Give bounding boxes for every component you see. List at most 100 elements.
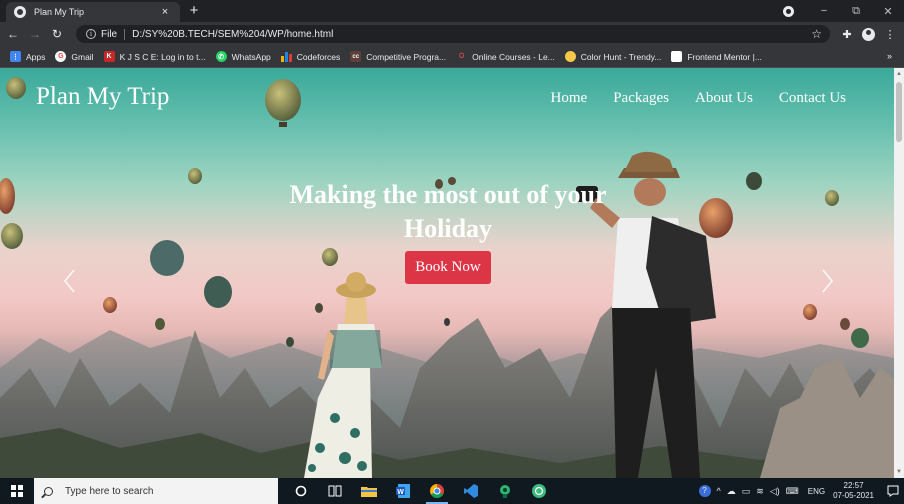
word-icon[interactable]: W [386, 478, 420, 504]
bookmark-label: Apps [26, 51, 46, 62]
svg-text:W: W [397, 489, 404, 496]
search-icon [44, 486, 53, 496]
scroll-up-arrow-icon[interactable]: ▲ [896, 71, 902, 77]
notification-center-icon[interactable] [882, 478, 904, 504]
url-divider [124, 28, 126, 40]
back-button[interactable]: ← [4, 27, 22, 41]
hero-carousel: Plan My Trip Home Packages About Us Cont… [0, 68, 894, 478]
chevron-right-icon [822, 269, 834, 293]
carousel-next-button[interactable] [817, 266, 837, 296]
browser-tab-strip: Plan My Trip × + − ⧉ ✕ [0, 0, 904, 22]
taskbar-apps: W [284, 478, 556, 504]
page-viewport: Plan My Trip Home Packages About Us Cont… [0, 68, 904, 478]
bookmark-star-icon[interactable]: ☆ [811, 27, 822, 41]
browser-toolbar: ← → ↻ i File D:/SY%20B.TECH/SEM%204/WP/h… [0, 22, 904, 46]
bookmark-item[interactable]: Codeforces [280, 51, 341, 62]
clock-time: 22:57 [843, 481, 864, 490]
bookmark-label: Frontend Mentor |... [687, 51, 762, 62]
bookmark-label: Codeforces [296, 51, 341, 62]
info-icon[interactable]: i [86, 29, 96, 39]
scrollbar-thumb[interactable] [896, 82, 902, 142]
maps-icon[interactable] [488, 478, 522, 504]
vscode-icon[interactable] [454, 478, 488, 504]
windows-logo-icon [11, 485, 23, 497]
bookmark-label: K J S C E: Log in to t... [119, 51, 206, 62]
windows-taskbar: Type here to search W ? ^ ☁ ▭ ≋ ◁) ⌨ ENG… [0, 478, 904, 504]
bookmark-item[interactable]: G Gmail [55, 51, 94, 62]
start-button[interactable] [0, 478, 34, 504]
profile-menu-icon[interactable] [783, 5, 794, 17]
bookmark-item[interactable]: Color Hunt - Trendy... [564, 51, 662, 62]
page-scrollbar[interactable]: ▲ ▼ [894, 68, 904, 478]
bookmark-label: Online Courses - Le... [472, 51, 555, 62]
nav-home[interactable]: Home [551, 90, 588, 107]
nav-about-us[interactable]: About Us [695, 90, 753, 107]
minimize-button[interactable]: − [808, 5, 840, 17]
new-tab-button[interactable]: + [186, 2, 202, 20]
scroll-down-arrow-icon[interactable]: ▼ [896, 469, 902, 475]
bookmarks-bar: ⋮ Apps G Gmail K K J S C E: Log in to t.… [0, 46, 904, 68]
url-scheme: File [101, 28, 118, 40]
keyboard-icon[interactable]: ⌨ [786, 486, 799, 497]
openai-icon[interactable] [522, 478, 556, 504]
codeforces-icon [280, 51, 292, 62]
bookmark-item[interactable]: K K J S C E: Log in to t... [103, 51, 206, 62]
close-window-button[interactable]: ✕ [872, 5, 904, 18]
bookmark-label: Color Hunt - Trendy... [580, 51, 662, 62]
carousel-prev-button[interactable] [60, 266, 80, 296]
taskbar-search-placeholder: Type here to search [65, 485, 154, 497]
restore-button[interactable]: ⧉ [840, 5, 872, 18]
toolbar-actions: ✚ ⋮ [837, 22, 900, 46]
taskbar-search-box[interactable]: Type here to search [34, 478, 278, 504]
battery-icon[interactable]: ▭ [742, 486, 751, 497]
udemy-icon: ⩂ [456, 51, 468, 62]
bookmark-item[interactable]: ✆ WhatsApp [215, 51, 271, 62]
bookmark-label: Gmail [71, 51, 94, 62]
site-brand-logo[interactable]: Plan My Trip [36, 83, 169, 111]
url-text[interactable]: D:/SY%20B.TECH/SEM%204/WP/home.html [132, 29, 333, 40]
frontend-mentor-icon [671, 51, 683, 62]
file-explorer-icon[interactable] [352, 478, 386, 504]
nav-contact-us[interactable]: Contact Us [779, 90, 846, 107]
wifi-icon[interactable]: ≋ [756, 486, 764, 497]
tab-title: Plan My Trip [34, 7, 85, 17]
hot-air-balloon-icon [265, 79, 301, 127]
onedrive-icon[interactable]: ☁ [727, 486, 736, 497]
volume-icon[interactable]: ◁) [770, 486, 780, 497]
bookmark-item[interactable]: Frontend Mentor |... [671, 51, 762, 62]
bookmark-label: Competitive Progra... [366, 51, 447, 62]
task-view-icon[interactable] [318, 478, 352, 504]
bookmark-item[interactable]: cc Competitive Progra... [350, 51, 446, 62]
globe-icon [14, 6, 26, 18]
chrome-icon[interactable] [420, 478, 454, 504]
cortana-icon[interactable] [284, 478, 318, 504]
kjsce-icon: K [103, 51, 115, 62]
help-icon[interactable]: ? [698, 485, 711, 497]
reload-button[interactable]: ↻ [48, 27, 66, 41]
bookmark-label: WhatsApp [231, 51, 271, 62]
clock-date: 07-05-2021 [833, 491, 874, 500]
chrome-menu-icon[interactable]: ⋮ [880, 28, 900, 41]
nav-packages[interactable]: Packages [613, 90, 669, 107]
extensions-puzzle-icon[interactable]: ✚ [837, 28, 857, 41]
chevron-left-icon [63, 269, 75, 293]
cc-icon: cc [350, 51, 362, 62]
address-bar[interactable]: i File D:/SY%20B.TECH/SEM%204/WP/home.ht… [76, 25, 830, 43]
chevron-up-icon[interactable]: ^ [717, 486, 721, 496]
taskbar-clock[interactable]: 22:57 07-05-2021 [833, 481, 874, 501]
tab-close-button[interactable]: × [158, 6, 172, 18]
profile-avatar-icon[interactable] [862, 27, 875, 41]
main-nav: Home Packages About Us Contact Us [525, 90, 846, 107]
google-icon: G [55, 51, 67, 62]
bookmark-item[interactable]: ⋮ Apps [10, 51, 45, 62]
bookmark-item[interactable]: ⩂ Online Courses - Le... [456, 51, 555, 62]
system-tray: ? ^ ☁ ▭ ≋ ◁) ⌨ ENG 22:57 07-05-2021 [696, 478, 904, 504]
colorhunt-icon [564, 51, 576, 62]
window-controls: − ⧉ ✕ [783, 0, 904, 22]
forward-button[interactable]: → [26, 27, 44, 41]
language-indicator[interactable]: ENG [808, 487, 825, 496]
book-now-button[interactable]: Book Now [405, 251, 491, 284]
browser-tab[interactable]: Plan My Trip × [6, 2, 180, 22]
bookmarks-overflow-button[interactable]: » [887, 51, 892, 61]
apps-grid-icon: ⋮ [10, 51, 21, 62]
